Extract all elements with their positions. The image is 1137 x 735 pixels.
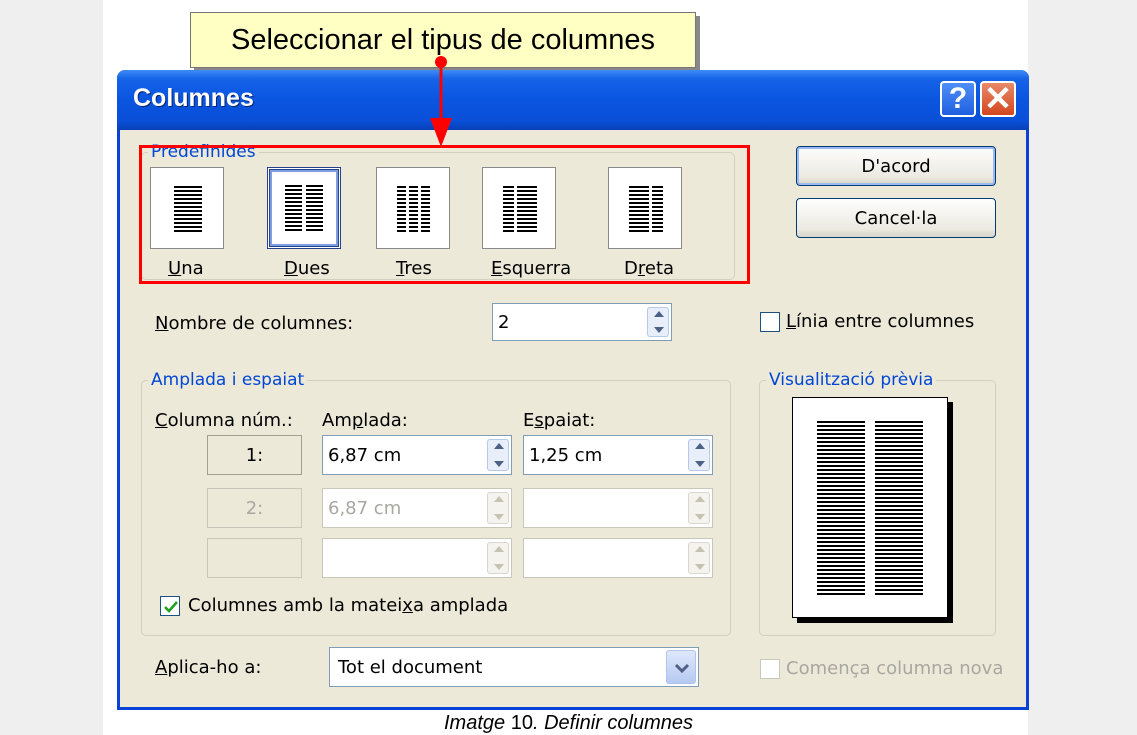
dialog-title: Columnes (133, 84, 254, 112)
figure-caption: Imatge 10. Definir columnes (0, 712, 1137, 735)
presets-highlight-box (139, 145, 750, 284)
width-spin-icon-1[interactable] (487, 439, 509, 471)
line-between-checkbox[interactable] (760, 312, 780, 332)
spacing-spin-icon-1[interactable] (688, 439, 710, 471)
preview-page (792, 397, 948, 618)
column-number-header: Columna núm.: (155, 410, 293, 431)
caption-text: . Definir columnes (532, 712, 694, 734)
spacing-spin-icon-3[interactable] (688, 542, 710, 574)
dropdown-button[interactable] (666, 650, 696, 684)
column-number-2: 2: (207, 488, 302, 528)
line-between-label: Línia entre columnes (786, 311, 975, 332)
width-header: Amplada: (322, 410, 408, 431)
spacing-spin-icon-2[interactable] (688, 492, 710, 524)
caption-prefix: Imatge (443, 712, 506, 734)
chevron-down-icon (674, 663, 690, 674)
spacing-spinner-2[interactable] (523, 488, 713, 528)
width-value-1: 6,87 cm (328, 444, 402, 466)
num-columns-spinner[interactable]: 2 (492, 303, 672, 341)
checkmark-icon (164, 601, 178, 613)
width-value-2: 6,87 cm (328, 497, 402, 519)
start-new-column-label: Comença columna nova (786, 658, 1004, 679)
apply-to-label: Aplica-ho a: (155, 657, 262, 678)
close-icon: ✕ (983, 80, 1013, 118)
apply-to-select[interactable]: Tot el document (329, 647, 699, 687)
help-button[interactable]: ? (940, 81, 976, 117)
instruction-callout: Seleccionar el tipus de columnes (190, 12, 696, 68)
num-columns-label: Nombre de columnes: (155, 313, 354, 334)
page-margin-left (0, 0, 103, 735)
apply-to-value: Tot el document (338, 656, 483, 678)
spacing-header: Espaiat: (523, 410, 596, 431)
column-number-3 (207, 538, 302, 578)
equal-width-checkbox[interactable] (160, 596, 180, 616)
caption-number: 10 (510, 712, 533, 734)
equal-width-label: Columnes amb la mateixa amplada (188, 595, 509, 616)
callout-text: Seleccionar el tipus de columnes (231, 23, 655, 56)
width-spinner-2[interactable]: 6,87 cm (322, 488, 512, 528)
column-number-1: 1: (207, 435, 302, 475)
preview-legend: Visualització prèvia (766, 370, 937, 390)
width-spinner-1[interactable]: 6,87 cm (322, 435, 512, 475)
two-column-preview-icon (817, 421, 923, 595)
spacing-spinner-3[interactable] (523, 538, 713, 578)
columns-dialog: Columnes ? ✕ Predefinides Una Dues Tres … (117, 70, 1029, 710)
start-new-column-checkbox[interactable] (760, 659, 780, 679)
cancel-button[interactable]: Cancel·la (796, 198, 996, 238)
width-spin-icon-2[interactable] (487, 492, 509, 524)
help-icon: ? (948, 82, 968, 115)
spacing-spinner-1[interactable]: 1,25 cm (523, 435, 713, 475)
width-spin-icon-3[interactable] (487, 542, 509, 574)
num-columns-value: 2 (498, 311, 510, 333)
ok-button[interactable]: D'acord (796, 146, 996, 186)
width-spacing-legend: Amplada i espaiat (148, 370, 308, 390)
spacing-value-1: 1,25 cm (529, 444, 603, 466)
num-columns-spin-icon[interactable] (647, 307, 669, 337)
title-bar: Columnes ? ✕ (117, 70, 1029, 130)
page-margin-right (1028, 0, 1137, 735)
width-spinner-3[interactable] (322, 538, 512, 578)
close-button[interactable]: ✕ (980, 80, 1016, 118)
